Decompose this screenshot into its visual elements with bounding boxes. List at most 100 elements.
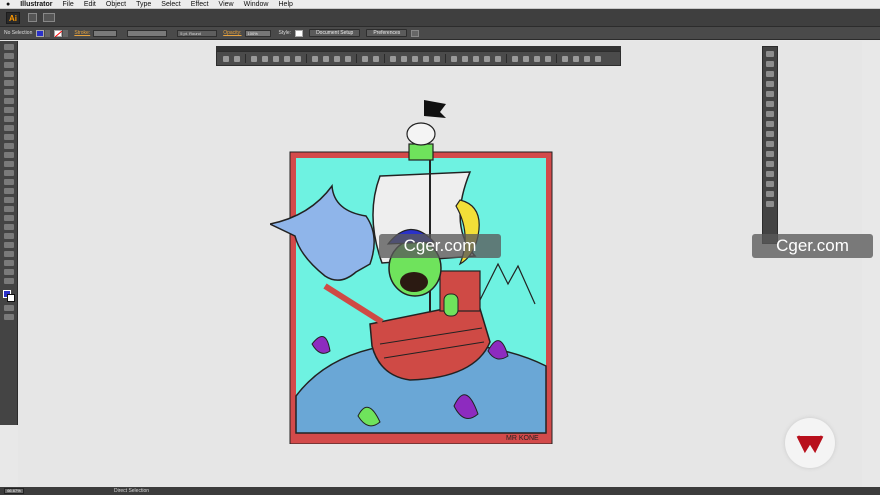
polygon-icon[interactable] [423,55,429,62]
rectangle-tool-icon[interactable] [3,107,14,113]
vertical-type-icon[interactable] [595,55,601,62]
menu-edit[interactable]: Edit [79,0,101,9]
color-guide-panel-icon[interactable] [766,61,774,67]
brushes-panel-icon[interactable] [766,81,774,87]
opacity-field[interactable]: 100% [244,29,271,37]
align-panel-icon[interactable] [766,171,774,177]
layers-panel-icon[interactable] [766,151,774,157]
bridge-icon[interactable] [28,13,37,22]
slice-tool-icon[interactable] [3,260,14,266]
delete-anchor-icon[interactable] [273,55,279,62]
area-type-icon[interactable] [573,55,579,62]
stroke-color-swatch[interactable] [6,294,15,302]
select-icon[interactable] [223,55,229,62]
eraser-tool-icon[interactable] [3,134,14,140]
ellipse-icon[interactable] [412,55,418,62]
style-swatch[interactable] [295,29,304,37]
fill-swatch[interactable] [36,29,45,37]
menu-select[interactable]: Select [156,0,185,9]
screen-mode-icon[interactable] [3,314,14,320]
brush-icon[interactable] [451,55,457,62]
width-tool-icon[interactable] [3,161,14,167]
direct-selection-tool-icon[interactable] [3,53,14,59]
fill-dropdown-icon[interactable] [45,29,51,37]
fill-stroke-swatches[interactable] [2,290,15,302]
magic-wand-tool-icon[interactable] [3,62,14,68]
column-graph-tool-icon[interactable] [3,242,14,248]
add-anchor-icon[interactable] [262,55,268,62]
lasso-icon[interactable] [534,55,540,62]
pathfinder-panel-icon[interactable] [766,181,774,187]
opacity-label[interactable]: Opacity: [223,30,241,36]
menu-file[interactable]: File [58,0,79,9]
symbol-sprayer-tool-icon[interactable] [3,233,14,239]
artboards-panel-icon[interactable] [766,161,774,167]
anchor-icon[interactable] [284,55,290,62]
menu-window[interactable]: Window [239,0,274,9]
eyedropper-tool-icon[interactable] [3,215,14,221]
lasso-tool-icon[interactable] [3,71,14,77]
variable-width-field[interactable] [127,29,168,37]
type-tool-icon[interactable] [3,89,14,95]
star-icon[interactable] [434,55,440,62]
scissors-icon[interactable] [484,55,490,62]
stroke-weight-field[interactable] [93,29,118,37]
preferences-button[interactable]: Preferences [366,29,408,37]
zoom-tool-icon[interactable] [3,278,14,284]
arrange-documents-icon[interactable] [43,13,55,22]
blob-brush-icon[interactable] [462,55,468,62]
menu-type[interactable]: Type [131,0,156,9]
pencil-tool-icon[interactable] [3,125,14,131]
rotate-tool-icon[interactable] [3,143,14,149]
color-panel-icon[interactable] [766,51,774,57]
line-tool-icon[interactable] [3,98,14,104]
pen-tool-icon[interactable] [3,80,14,86]
stroke-panel-icon[interactable] [766,101,774,107]
hand-tool-icon[interactable] [3,269,14,275]
links-panel-icon[interactable] [766,201,774,207]
artwork-artboard[interactable]: MR KONE [267,96,560,445]
stroke-label[interactable]: Stroke: [74,30,90,36]
menu-object[interactable]: Object [101,0,131,9]
gradient-panel-icon[interactable] [766,111,774,117]
stroke-swatch[interactable] [54,29,63,37]
blend-tool-icon[interactable] [3,224,14,230]
zoom-level-field[interactable]: 66.67% [4,488,24,494]
transparency-panel-icon[interactable] [766,121,774,127]
rounded-rectangle-icon[interactable] [401,55,407,62]
shear-icon[interactable] [345,55,351,62]
apple-icon[interactable]: ● [0,0,15,9]
gradient-tool-icon[interactable] [3,206,14,212]
menu-help[interactable]: Help [274,0,298,9]
mesh-tool-icon[interactable] [3,197,14,203]
menu-effect[interactable]: Effect [186,0,214,9]
scale-tool-icon[interactable] [3,152,14,158]
pen-icon[interactable] [251,55,257,62]
redo-icon[interactable] [373,55,379,62]
direct-select-alt-icon[interactable] [512,55,518,62]
undo-icon[interactable] [362,55,368,62]
document-setup-button[interactable]: Document Setup [309,29,361,37]
drawing-mode-icon[interactable] [3,305,14,311]
brush-profile-field[interactable]: 5 pt. Round [177,29,218,37]
menu-app-name[interactable]: Illustrator [15,0,57,9]
shape-builder-tool-icon[interactable] [3,179,14,185]
type-icon[interactable] [562,55,568,62]
path-type-icon[interactable] [584,55,590,62]
arrange-icon[interactable] [411,29,420,37]
symbols-panel-icon[interactable] [766,91,774,97]
knife-icon[interactable] [495,55,501,62]
group-select-icon[interactable] [523,55,529,62]
free-transform-tool-icon[interactable] [3,170,14,176]
paintbrush-tool-icon[interactable] [3,116,14,122]
transform-panel-icon[interactable] [766,191,774,197]
selection-tool-icon[interactable] [3,44,14,50]
swatches-panel-icon[interactable] [766,71,774,77]
graphic-styles-panel-icon[interactable] [766,141,774,147]
perspective-grid-tool-icon[interactable] [3,188,14,194]
pencil-icon[interactable] [295,55,301,62]
menu-view[interactable]: View [214,0,239,9]
magic-wand-icon[interactable] [545,55,551,62]
appearance-panel-icon[interactable] [766,131,774,137]
rectangle-icon[interactable] [390,55,396,62]
